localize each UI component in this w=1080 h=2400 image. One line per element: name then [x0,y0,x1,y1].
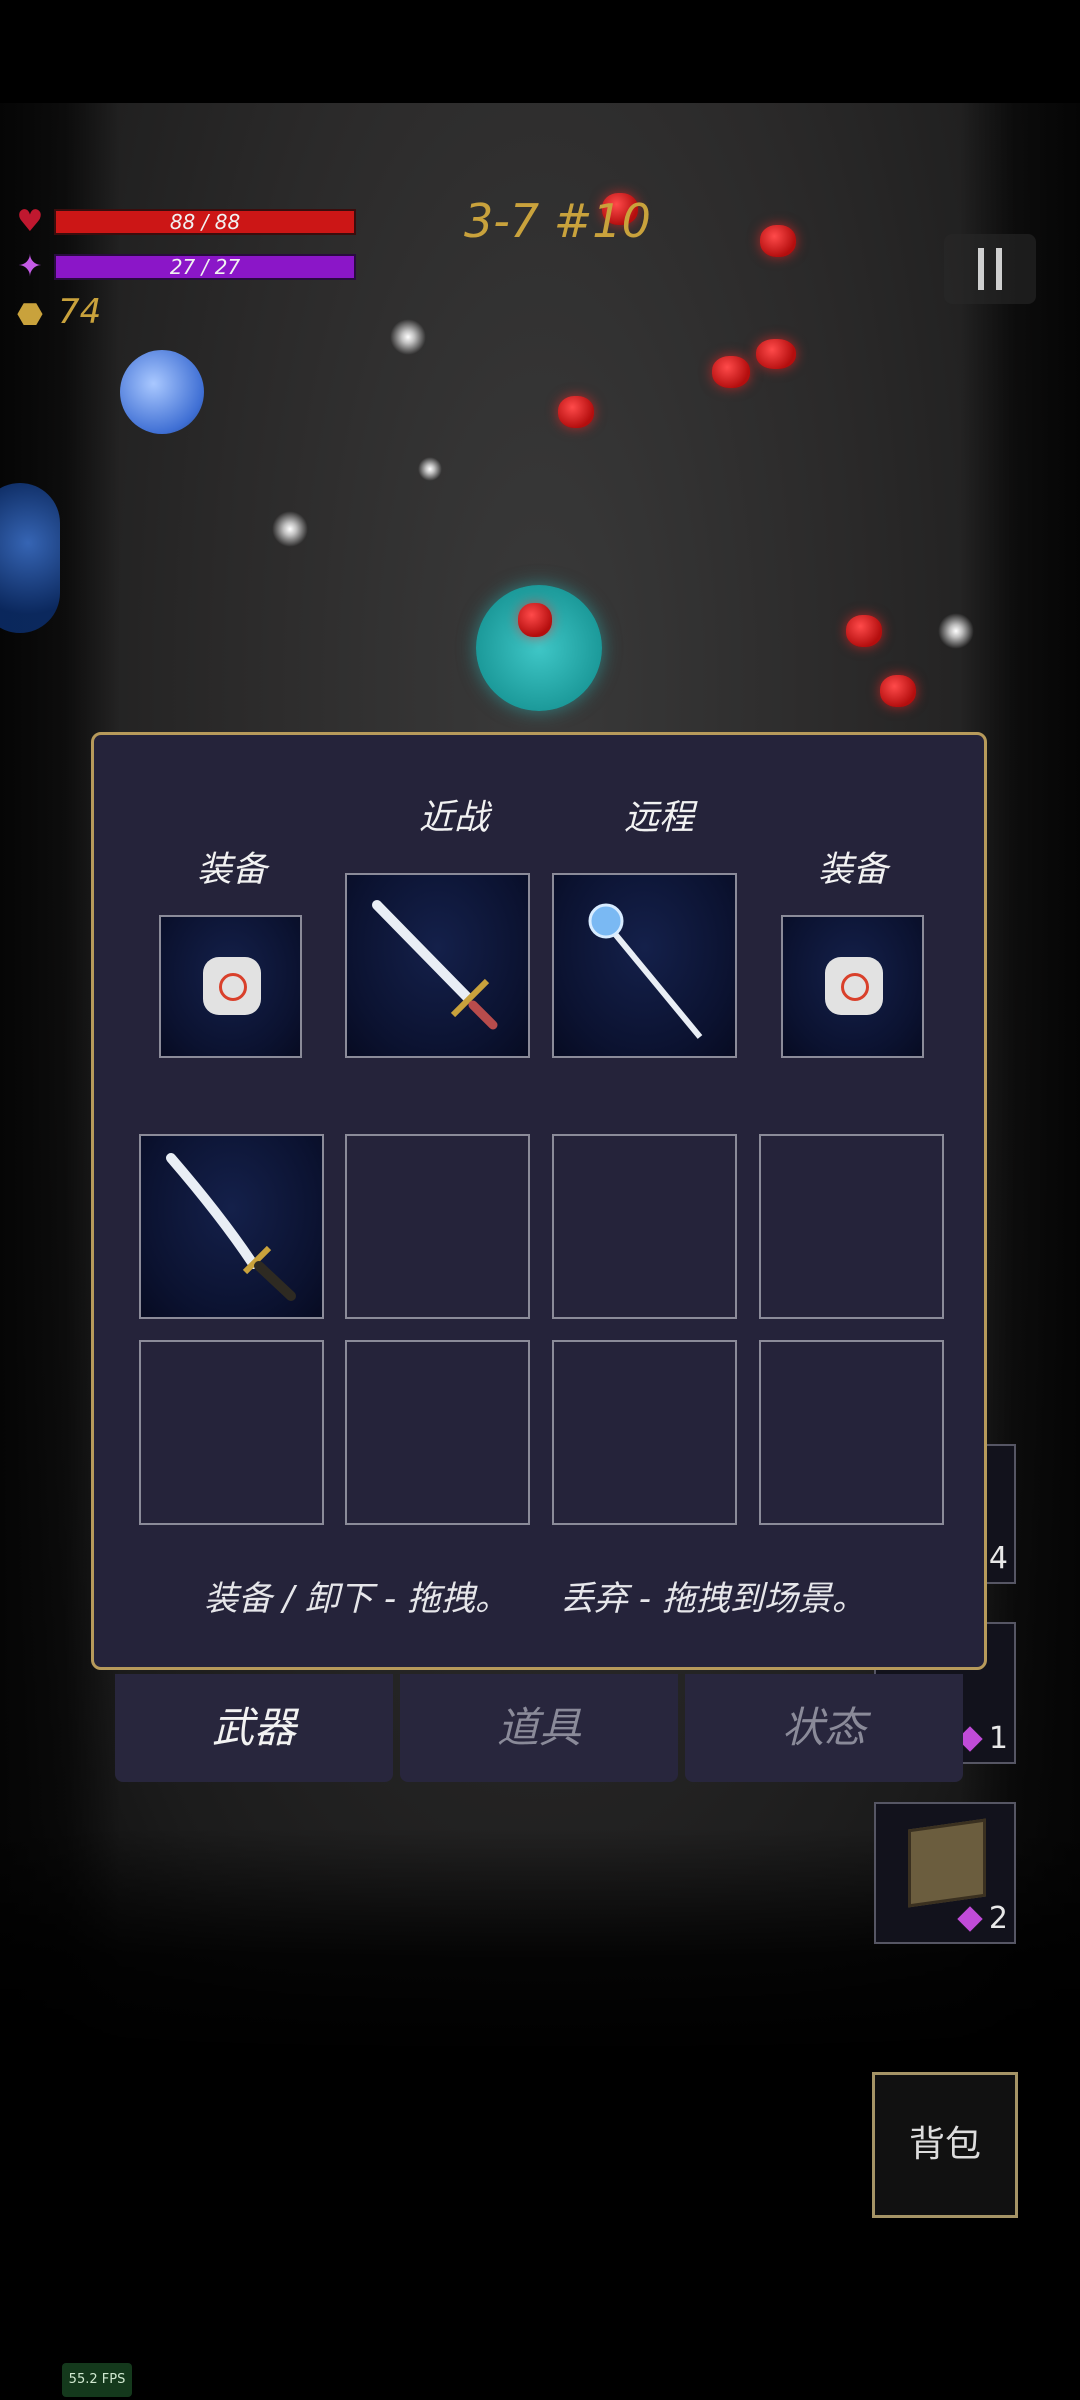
blue-sphere-cluster [0,483,60,633]
enemy-red-4 [756,339,796,369]
enemy-red-8 [518,603,552,637]
rune-stone-icon [203,957,261,1015]
hint-equip: 装备 / 卸下 - 拖拽。 [204,1579,509,1619]
enemy-red-3 [712,356,750,388]
enemy-red-6 [846,615,882,647]
pause-button[interactable] [944,234,1036,304]
inventory-slot-8[interactable] [759,1340,944,1525]
heart-icon: ♥ [16,204,44,239]
gem-icon [957,1906,983,1932]
rune-stone-icon [825,957,883,1015]
inventory-slot-6[interactable] [345,1340,530,1525]
katana-icon [166,1153,296,1301]
spark-4 [418,457,442,481]
melee-weapon-slot[interactable] [345,873,530,1058]
coin-icon: ⬣ [16,297,44,332]
hp-bar: 88 / 88 [54,209,356,235]
blue-orb [120,350,204,434]
tab-items[interactable]: 道具 [400,1674,678,1782]
equipment-panel: 近战 远程 装备 装备 装备 / 卸下 - 拖拽。 丢弃 - 拖拽到场景。 [91,732,987,1670]
ranged-weapon-slot[interactable] [552,873,737,1058]
side-card-count: 4 [988,1541,1008,1576]
inventory-slot-1[interactable] [139,1134,324,1319]
spark-3 [938,613,974,649]
bag-button[interactable]: 背包 [872,2072,1018,2218]
level-indicator: 3-7 #10 [464,194,651,248]
equip-slot-right[interactable] [781,915,924,1058]
tab-status[interactable]: 状态 [685,1674,963,1782]
hint-discard: 丢弃 - 拖拽到场景。 [560,1579,866,1619]
equip-left-label: 装备 [196,850,267,890]
inventory-slot-5[interactable] [139,1340,324,1525]
enemy-red-7 [880,675,916,707]
magic-staff-icon [588,903,703,1039]
rune-cube-icon [908,1818,986,1908]
gold-count: 74 [58,292,102,332]
side-card-count: 1 [957,1721,1008,1756]
tab-weapons[interactable]: 武器 [115,1674,393,1782]
equip-slot-left[interactable] [159,915,302,1058]
melee-label: 近战 [418,798,489,838]
side-card-3[interactable]: 2 [874,1802,1016,1944]
sword-icon [372,900,498,1030]
fps-counter: 55.2 FPS [62,2363,132,2397]
ranged-label: 远程 [623,798,694,838]
inventory-slot-2[interactable] [345,1134,530,1319]
pause-icon [978,248,1002,290]
mp-text: 27 / 27 [169,255,241,279]
enemy-red-5 [558,396,594,428]
inventory-slot-3[interactable] [552,1134,737,1319]
inventory-slot-7[interactable] [552,1340,737,1525]
mp-bar: 27 / 27 [54,254,356,280]
mana-star-icon: ✦ [17,249,43,284]
spark-2 [272,511,308,547]
side-card-count: 2 [957,1901,1008,1936]
inventory-slot-4[interactable] [759,1134,944,1319]
enemy-red-2 [760,225,796,257]
spark-1 [390,319,426,355]
equip-right-label: 装备 [817,850,888,890]
hp-text: 88 / 88 [169,210,241,234]
